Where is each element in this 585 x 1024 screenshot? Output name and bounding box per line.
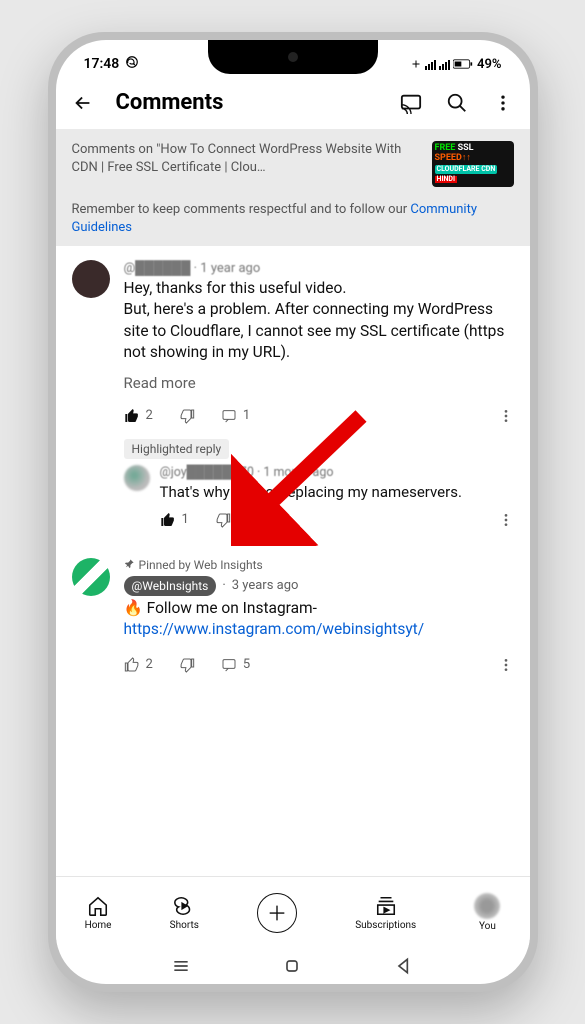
comment-item: @██████ · 1 year ago Hey, thanks for thi… (56, 246, 530, 432)
comments-list[interactable]: @██████ · 1 year ago Hey, thanks for thi… (56, 246, 530, 876)
comment-meta: @██████ · 1 year ago (124, 260, 514, 276)
sys-back[interactable] (394, 956, 414, 976)
dislike-button[interactable] (215, 512, 231, 528)
comment-actions: 2 1 (124, 408, 514, 424)
like-button[interactable]: 2 (124, 408, 153, 424)
nav-shorts[interactable]: Shorts (170, 894, 199, 931)
comment-more-icon[interactable] (498, 657, 514, 673)
search-icon[interactable] (446, 92, 468, 114)
context-banner: Comments on "How To Connect WordPress We… (56, 129, 530, 246)
guidelines-text: Remember to keep comments respectful and… (72, 201, 514, 236)
shorts-icon (172, 894, 196, 918)
nav-you[interactable]: You (474, 893, 500, 932)
dislike-button[interactable] (179, 408, 195, 424)
screen: 17:48 49% Comments (56, 40, 530, 984)
replies-button[interactable]: 5 (221, 657, 250, 673)
phone-frame: 17:48 49% Comments (48, 32, 538, 992)
bottom-nav: Home Shorts Subscriptions You (56, 876, 530, 948)
comment-text: Hey, thanks for this useful video. But, … (124, 278, 514, 364)
sys-recents[interactable] (171, 956, 191, 976)
highlighted-badge: Highlighted reply (124, 439, 230, 459)
nav-create[interactable] (257, 893, 297, 933)
comment-more-icon[interactable] (498, 408, 514, 424)
cast-icon[interactable] (400, 92, 422, 114)
author-chip[interactable]: @WebInsights (124, 576, 217, 596)
nav-subscriptions[interactable]: Subscriptions (355, 894, 416, 931)
subscriptions-icon (374, 894, 398, 918)
notch (208, 40, 378, 74)
video-thumbnail[interactable]: FREE SSL SPEED↑↑ CLOUDFLARE CDN HINDI (432, 141, 514, 187)
battery-icon (453, 58, 473, 70)
sys-home[interactable] (282, 956, 302, 976)
avatar[interactable] (72, 558, 110, 596)
reply-more-icon[interactable] (498, 512, 514, 528)
more-icon[interactable] (492, 92, 514, 114)
back-button[interactable] (72, 92, 94, 114)
app-header: Comments (56, 82, 530, 129)
page-title: Comments (116, 90, 386, 115)
home-icon (86, 894, 110, 918)
reply-meta: @joy██████70 · 1 month ago (160, 465, 514, 480)
avatar[interactable] (72, 260, 110, 298)
like-button[interactable]: 2 (124, 657, 153, 673)
status-time: 17:48 (84, 56, 120, 72)
battery-percent: 49% (477, 57, 501, 72)
video-context-text: Comments on "How To Connect WordPress We… (72, 141, 422, 176)
comment-meta: @WebInsights · 3 years ago (124, 576, 514, 596)
whatsapp-icon (125, 55, 139, 73)
like-button[interactable]: 1 (160, 512, 189, 528)
reply-item: Highlighted reply @joy██████70 · 1 month… (108, 432, 530, 538)
system-nav (56, 948, 530, 984)
signal-bars-icon (425, 58, 436, 70)
reply-text: That's why I'm not replacing my nameserv… (160, 482, 514, 502)
read-more-button[interactable]: Read more (124, 374, 514, 392)
dislike-button[interactable] (179, 657, 195, 673)
signal-bars-icon (439, 58, 450, 70)
comment-text: 🔥 Follow me on Instagram- https://www.in… (124, 598, 514, 641)
pinned-label: Pinned by Web Insights (124, 558, 514, 572)
plus-icon (266, 902, 288, 924)
network-icons (410, 58, 473, 70)
nav-home[interactable]: Home (85, 894, 112, 931)
instagram-link[interactable]: https://www.instagram.com/webinsightsyt/ (124, 620, 425, 638)
replies-button[interactable]: 1 (221, 408, 250, 424)
you-avatar (474, 893, 500, 919)
avatar[interactable] (124, 465, 150, 491)
comment-item: Pinned by Web Insights @WebInsights · 3 … (56, 538, 530, 681)
pin-icon (124, 559, 135, 570)
